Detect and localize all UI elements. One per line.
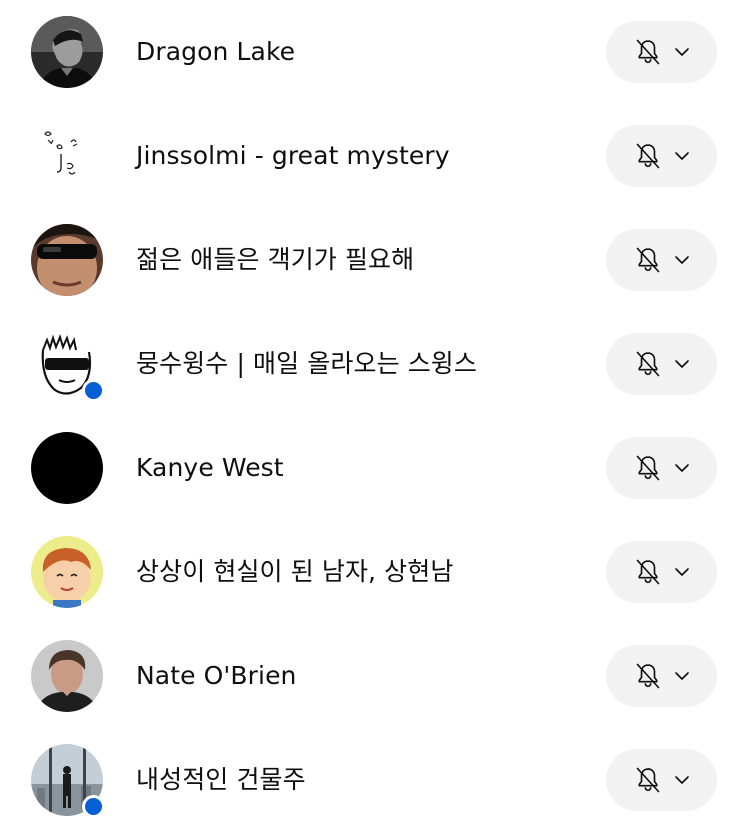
channel-name[interactable]: 젊은 애들은 객기가 필요해 (136, 208, 414, 312)
subscription-row[interactable]: 뭉수윙수 | 매일 올라오는 스윙스 (0, 312, 737, 416)
subscription-row[interactable]: Kanye West (0, 416, 737, 520)
notification-settings-button[interactable] (606, 749, 717, 811)
subscription-row[interactable]: Dragon Lake (0, 0, 737, 104)
photo-man-dark-icon (31, 16, 103, 88)
channel-avatar[interactable] (31, 536, 103, 608)
bell-off-icon (636, 559, 660, 585)
channel-avatar[interactable] (31, 224, 103, 296)
chevron-down-icon (675, 360, 689, 368)
channel-name[interactable]: 뭉수윙수 | 매일 올라오는 스윙스 (136, 312, 477, 416)
photo-sunglasses-man-icon (31, 224, 103, 296)
channel-name[interactable]: Nate O'Brien (136, 624, 297, 728)
subscription-list: Dragon Lake Jinssolmi - great mystery 젊은… (0, 0, 737, 836)
subscription-row[interactable]: Nate O'Brien (0, 624, 737, 728)
channel-avatar[interactable] (31, 120, 103, 192)
channel-avatar[interactable] (31, 432, 103, 504)
chevron-down-icon (675, 464, 689, 472)
subscription-row[interactable]: 내성적인 건물주 (0, 728, 737, 832)
subscription-row[interactable]: 상상이 현실이 된 남자, 상현남 (0, 520, 737, 624)
notification-settings-button[interactable] (606, 21, 717, 83)
notification-settings-button[interactable] (606, 437, 717, 499)
channel-avatar[interactable] (31, 328, 105, 402)
channel-avatar[interactable] (31, 640, 103, 712)
chevron-down-icon (675, 48, 689, 56)
black-circle-icon (31, 432, 103, 504)
chevron-down-icon (675, 256, 689, 264)
new-content-dot (82, 379, 105, 402)
channel-avatar[interactable] (31, 744, 105, 818)
doodle-face-icon (31, 120, 103, 192)
subscription-row[interactable]: Jinssolmi - great mystery (0, 104, 737, 208)
channel-name[interactable]: Dragon Lake (136, 0, 295, 104)
bell-off-icon (636, 351, 660, 377)
chevron-down-icon (675, 776, 689, 784)
bell-off-icon (636, 247, 660, 273)
chevron-down-icon (675, 672, 689, 680)
channel-name[interactable]: 상상이 현실이 된 남자, 상현남 (136, 520, 453, 624)
notification-settings-button[interactable] (606, 125, 717, 187)
notification-settings-button[interactable] (606, 645, 717, 707)
channel-name[interactable]: Kanye West (136, 416, 284, 520)
channel-name[interactable]: Jinssolmi - great mystery (136, 104, 450, 208)
chevron-down-icon (675, 568, 689, 576)
subscription-row[interactable]: 젊은 애들은 객기가 필요해 (0, 208, 737, 312)
bell-off-icon (636, 663, 660, 689)
bell-off-icon (636, 143, 660, 169)
bell-off-icon (636, 455, 660, 481)
bell-off-icon (636, 39, 660, 65)
cartoon-boy-icon (31, 536, 103, 608)
notification-settings-button[interactable] (606, 541, 717, 603)
notification-settings-button[interactable] (606, 229, 717, 291)
photo-young-man-icon (31, 640, 103, 712)
chevron-down-icon (675, 152, 689, 160)
channel-avatar[interactable] (31, 16, 103, 88)
notification-settings-button[interactable] (606, 333, 717, 395)
channel-name[interactable]: 내성적인 건물주 (136, 728, 306, 832)
bell-off-icon (636, 767, 660, 793)
new-content-dot (82, 795, 105, 818)
